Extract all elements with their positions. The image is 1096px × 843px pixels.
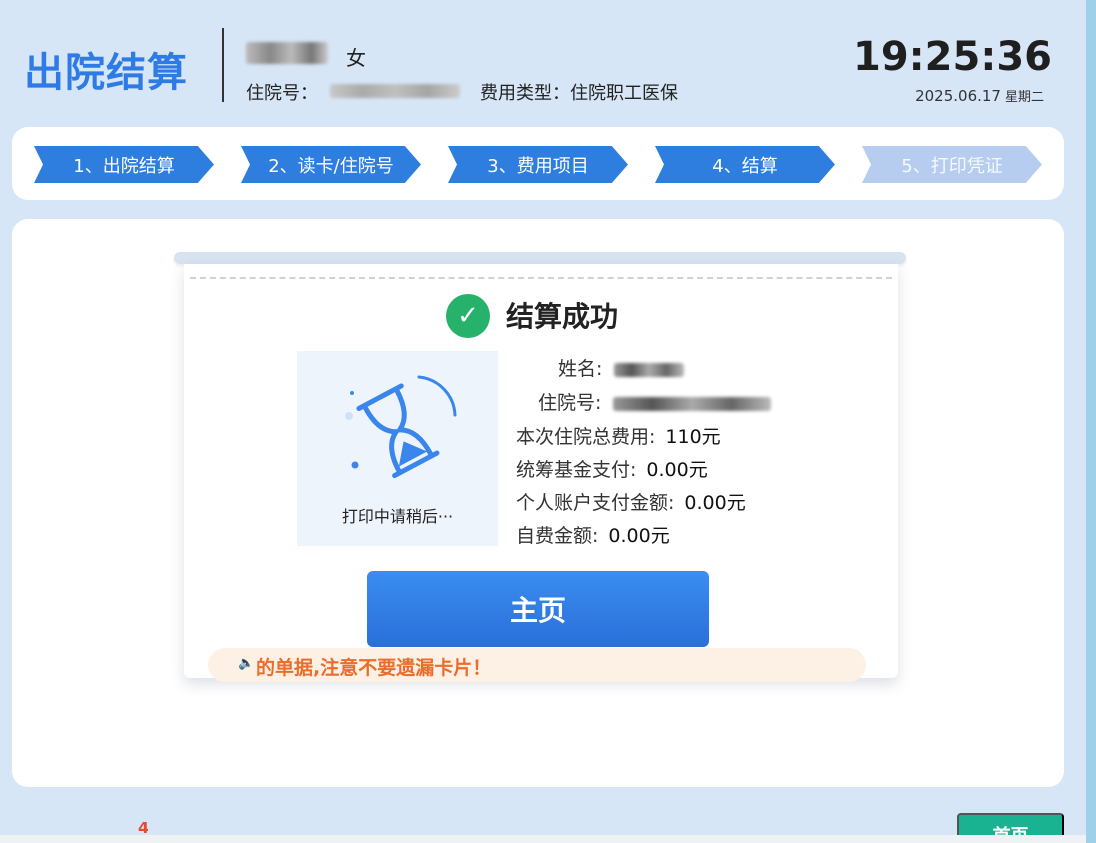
admission-row: 住院号: — [538, 388, 772, 415]
fee-type: 费用类型：住院职工医保 — [480, 83, 678, 104]
fund-payment-value: 0.00元 — [646, 459, 708, 481]
speaker-icon: 🔈 — [238, 656, 255, 671]
self-pay-row: 自费金额: 0.00元 — [516, 521, 670, 548]
admission-number-redacted — [330, 84, 460, 98]
patient-gender: 女 — [346, 46, 366, 70]
bottom-edge — [0, 835, 1086, 843]
step-fee-items: 3、费用项目 — [448, 146, 628, 183]
header: 出院结算 女 住院号： 费用类型：住院职工医保 19:25:36 2025.06… — [0, 0, 1086, 118]
header-divider — [222, 28, 224, 102]
notice-text: 的单据,注意不要遗漏卡片！ — [256, 657, 492, 679]
admission-number-label: 住院号： — [246, 83, 318, 104]
self-pay-value: 0.00元 — [608, 525, 670, 547]
admission-redacted — [613, 396, 772, 411]
progress-steps: 1、出院结算 2、读卡/住院号 3、费用项目 4、结算 5、打印凭证 — [12, 127, 1064, 200]
printing-message: 打印中请稍后··· — [341, 507, 454, 526]
personal-account-row: 个人账户支付金额: 0.00元 — [516, 488, 746, 515]
hourglass-icon — [345, 375, 457, 479]
self-pay-label: 自费金额: — [516, 525, 599, 547]
weekday-value: 星期二 — [1004, 90, 1044, 105]
step-read-card: 2、读卡/住院号 — [241, 146, 421, 183]
home-button[interactable]: 主页 — [367, 571, 709, 647]
clock-date: 2025.06.17 星期二 — [915, 86, 1044, 105]
printer-slot — [174, 252, 906, 264]
clock-time: 19:25:36 — [853, 34, 1052, 80]
total-cost-label: 本次住院总费用: — [516, 426, 656, 448]
patient-name-redacted — [246, 42, 328, 64]
admission-label: 住院号: — [538, 392, 602, 414]
name-label: 姓名: — [558, 358, 603, 380]
right-edge-strip — [1086, 0, 1096, 843]
step-settlement: 4、结算 — [655, 146, 835, 183]
date-value: 2025.06.17 — [915, 87, 1001, 105]
printing-status-box: 打印中请稍后··· — [297, 351, 498, 546]
name-redacted — [614, 362, 685, 377]
fund-payment-label: 统筹基金支付: — [516, 459, 637, 481]
total-cost-row: 本次住院总费用: 110元 — [516, 422, 721, 449]
name-row: 姓名: — [558, 354, 685, 381]
personal-account-label: 个人账户支付金额: — [516, 492, 675, 514]
bottom-glyph: 4 — [138, 822, 148, 834]
check-circle-icon: ✓ — [446, 294, 490, 338]
result-title: 结算成功 — [506, 300, 619, 333]
step-discharge-settlement: 1、出院结算 — [34, 146, 214, 183]
personal-account-value: 0.00元 — [684, 492, 746, 514]
step-print-receipt: 5、打印凭证 — [862, 146, 1042, 183]
total-cost-value: 110元 — [665, 426, 721, 448]
fund-payment-row: 统筹基金支付: 0.00元 — [516, 455, 708, 482]
receipt-tear-line — [190, 277, 892, 279]
page-title: 出院结算 — [24, 50, 188, 96]
